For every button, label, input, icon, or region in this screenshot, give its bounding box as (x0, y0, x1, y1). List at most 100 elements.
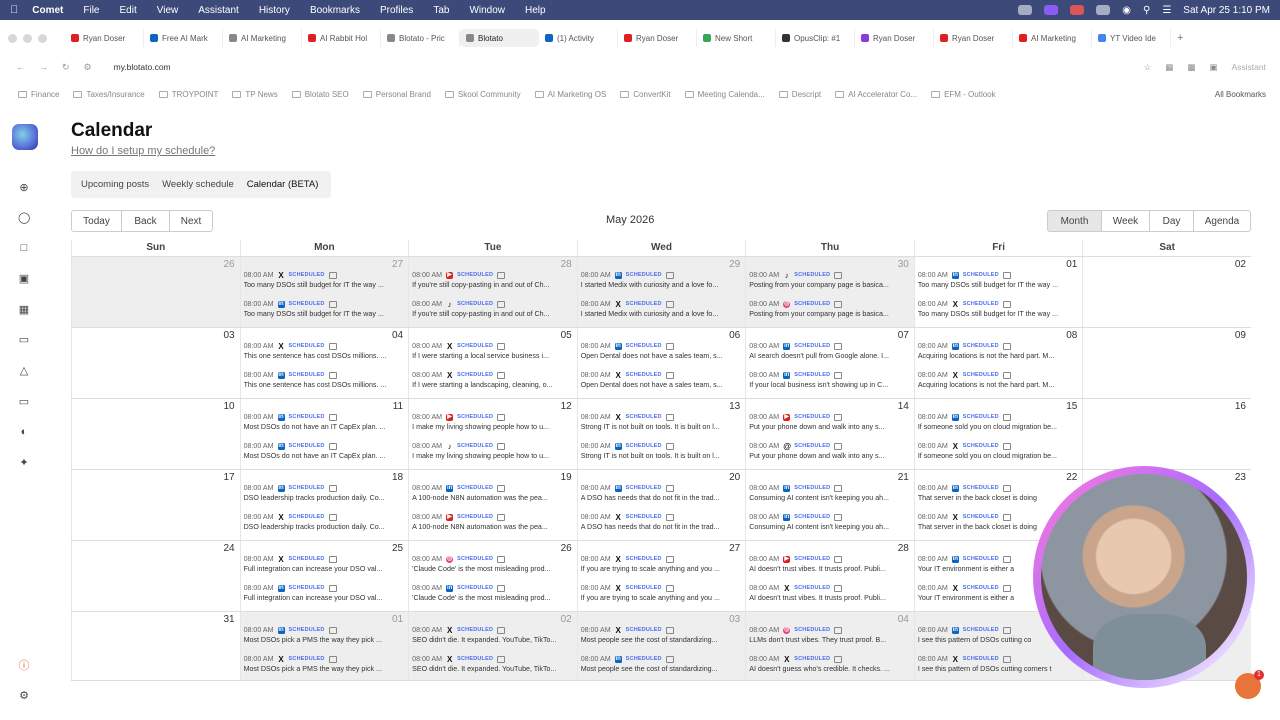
browser-tab[interactable]: Blotato - Pric (381, 29, 460, 47)
week-view-button[interactable]: Week (1101, 210, 1150, 232)
calendar-day-cell[interactable]: 26 (71, 257, 240, 327)
day-number[interactable]: 04 (392, 330, 403, 341)
scheduled-post[interactable]: 08:00 AM ◎ SCHEDULED 'Claude Code' is the m… (412, 554, 574, 576)
scheduled-post[interactable]: 08:00 AM in SCHEDULED A DSO has needs that … (581, 483, 743, 505)
zoom-window-icon[interactable] (38, 33, 47, 43)
video-icon[interactable]: ▭ (18, 396, 30, 408)
scheduled-post[interactable]: 08:00 AM X SCHEDULED If I were starting a l… (412, 370, 574, 392)
status-icon[interactable] (1044, 5, 1059, 15)
scheduled-post[interactable]: 08:00 AM ♪ SCHEDULED Posting from your comp… (749, 270, 911, 292)
calendar-day-cell[interactable]: 27 08:00 AM X SCHEDULED If you are trying to… (576, 541, 746, 611)
scheduled-post[interactable]: 08:00 AM X SCHEDULED Too many DSOs still bu… (918, 299, 1080, 321)
assistant-button[interactable]: Assistant (1232, 62, 1267, 72)
calendar-day-cell[interactable]: 26 08:00 AM ◎ SCHEDULED 'Claude Code' is the… (408, 541, 577, 611)
scheduled-post[interactable]: 08:00 AM X SCHEDULED Too many DSOs still bu… (244, 270, 406, 292)
day-number[interactable]: 29 (729, 259, 740, 270)
apple-icon[interactable]:  (10, 4, 18, 16)
add-icon[interactable]: ⊕ (18, 182, 30, 194)
scheduled-post[interactable]: 08:00 AM in SCHEDULED Too many DSOs still b… (244, 299, 406, 321)
scheduled-post[interactable]: 08:00 AM in SCHEDULED Consuming AI content … (749, 483, 911, 505)
day-number[interactable]: 21 (898, 472, 909, 483)
scheduled-post[interactable]: 08:00 AM in SCHEDULED Full integration can … (244, 583, 406, 605)
day-number[interactable]: 04 (898, 614, 909, 625)
scheduled-post[interactable]: 08:00 AM in SCHEDULED Too many DSOs still b… (918, 270, 1080, 292)
browser-tab[interactable]: Ryan Doser (65, 29, 144, 47)
scheduled-post[interactable]: 08:00 AM in SCHEDULED A 100-node N8N automa… (412, 483, 574, 505)
day-number[interactable]: 14 (898, 401, 909, 412)
calendar-day-cell[interactable]: 02 (1082, 257, 1251, 327)
calendar-day-cell[interactable]: 01 08:00 AM in SCHEDULED Too many DSOs still… (913, 257, 1083, 327)
bookmark-item[interactable]: EFM - Outlook (931, 90, 996, 99)
scheduled-post[interactable]: 08:00 AM X SCHEDULED Acquiring locations is… (918, 370, 1080, 392)
scheduled-post[interactable]: 08:00 AM ▶ SCHEDULED A 100-node N8N automat… (412, 512, 574, 534)
menu-edit[interactable]: Edit (120, 5, 137, 16)
bookmark-item[interactable]: Taxes/Insurance (73, 90, 145, 99)
browser-tab[interactable]: Ryan Doser (618, 29, 697, 47)
scheduled-post[interactable]: 08:00 AM in SCHEDULED If your local busines… (749, 370, 911, 392)
scheduled-post[interactable]: 08:00 AM ▶ SCHEDULED If you're still copy-p… (412, 270, 574, 292)
extension-icon[interactable]: ▦ (1165, 62, 1173, 73)
scheduled-post[interactable]: 08:00 AM ◎ SCHEDULED LLMs don't trust vibes… (749, 625, 911, 647)
menu-tab[interactable]: Tab (433, 5, 449, 16)
day-number[interactable]: 01 (1066, 259, 1077, 270)
bookmark-item[interactable]: TROYPOINT (158, 90, 218, 99)
calendar-day-cell[interactable]: 13 08:00 AM X SCHEDULED Strong IT is not bui… (576, 399, 746, 469)
day-number[interactable]: 28 (561, 259, 572, 270)
calendar-day-cell[interactable]: 12 08:00 AM ▶ SCHEDULED I make my living sho… (408, 399, 577, 469)
scheduled-post[interactable]: 08:00 AM in SCHEDULED DSO leadership tracks… (244, 483, 406, 505)
day-number[interactable]: 05 (561, 330, 572, 341)
calendar-day-cell[interactable]: 19 08:00 AM in SCHEDULED A 100-node N8N auto… (408, 470, 577, 540)
forward-icon[interactable]: → (39, 62, 48, 72)
tab-weekly-schedule[interactable]: Weekly schedule (157, 175, 239, 194)
day-number[interactable]: 09 (1235, 330, 1246, 341)
day-number[interactable]: 03 (223, 330, 234, 341)
bookmark-item[interactable]: Blotato SEO (291, 90, 349, 99)
scheduled-post[interactable]: 08:00 AM in SCHEDULED I started Medix with … (581, 270, 743, 292)
browser-tab[interactable]: AI Rabbit Hol (302, 29, 381, 47)
day-number[interactable]: 22 (1066, 472, 1077, 483)
battery-icon[interactable] (1096, 5, 1111, 15)
back-button[interactable]: Back (121, 210, 170, 232)
day-number[interactable]: 26 (223, 259, 234, 270)
scheduled-post[interactable]: 08:00 AM @ SCHEDULED Put your phone down an… (749, 441, 911, 463)
day-number[interactable]: 13 (729, 401, 740, 412)
day-number[interactable]: 27 (392, 259, 403, 270)
day-number[interactable]: 15 (1066, 401, 1077, 412)
day-number[interactable]: 30 (898, 259, 909, 270)
day-number[interactable]: 02 (1235, 259, 1246, 270)
menu-window[interactable]: Window (469, 5, 505, 16)
help-icon[interactable]: ⓘ (18, 660, 30, 672)
bookmark-item[interactable]: AI Marketing OS (534, 90, 606, 99)
day-number[interactable]: 11 (393, 401, 403, 412)
scheduled-post[interactable]: 08:00 AM X SCHEDULED If I were starting a l… (412, 341, 574, 363)
scheduled-post[interactable]: 08:00 AM in SCHEDULED Strong IT is not buil… (581, 441, 743, 463)
extension-icon[interactable]: ▣ (1209, 62, 1217, 73)
scheduled-post[interactable]: 08:00 AM in SCHEDULED Acquiring locations i… (918, 341, 1080, 363)
browser-tab[interactable]: AI Marketing (1013, 29, 1092, 47)
day-number[interactable]: 01 (392, 614, 403, 625)
app-logo[interactable] (12, 124, 38, 150)
alert-icon[interactable]: △ (18, 365, 30, 377)
next-button[interactable]: Next (169, 210, 213, 232)
scheduled-post[interactable]: 08:00 AM X SCHEDULED Open Dental does not h… (581, 370, 743, 392)
menu-assistant[interactable]: Assistant (198, 5, 239, 16)
scheduled-post[interactable]: 08:00 AM in SCHEDULED Most DSOs do not have… (244, 412, 406, 434)
calendar-icon[interactable]: ▦ (18, 304, 30, 316)
browser-tab[interactable]: YT Video Ide (1092, 29, 1171, 47)
menu-view[interactable]: View (157, 5, 179, 16)
wifi-icon[interactable]: ◉ (1122, 5, 1131, 16)
bookmark-star-icon[interactable]: ☆ (1144, 62, 1152, 73)
control-center-icon[interactable]: ☰ (1162, 5, 1171, 16)
calendar-day-cell[interactable]: 02 08:00 AM X SCHEDULED SEO didn't die. It e… (408, 612, 577, 680)
day-number[interactable]: 24 (223, 543, 234, 554)
tab-upcoming-posts[interactable]: Upcoming posts (76, 175, 154, 194)
idea-icon[interactable]: ◯ (18, 212, 30, 224)
scheduled-post[interactable]: 08:00 AM X SCHEDULED Most DSOs pick a PMS t… (244, 654, 406, 676)
search-icon[interactable]: ⚲ (1143, 5, 1150, 16)
calendar-day-cell[interactable]: 27 08:00 AM X SCHEDULED Too many DSOs still … (239, 257, 409, 327)
bookmark-item[interactable]: ConvertKit (620, 90, 671, 99)
scheduled-post[interactable]: 08:00 AM X SCHEDULED Most people see the co… (581, 625, 743, 647)
extension-icon[interactable]: ▩ (1187, 62, 1195, 73)
bookmark-item[interactable]: Finance (18, 90, 59, 99)
scheduled-post[interactable]: 08:00 AM X SCHEDULED I started Medix with c… (581, 299, 743, 321)
